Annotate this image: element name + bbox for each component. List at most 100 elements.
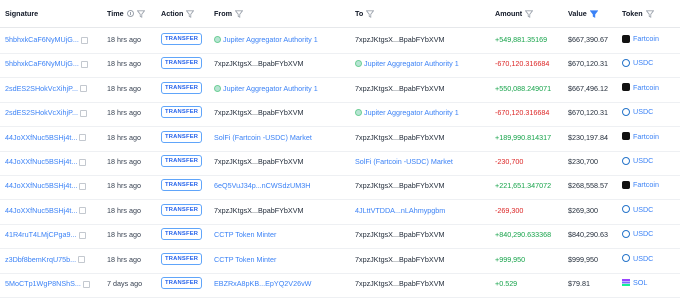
- from-address[interactable]: Jupiter Aggregator Authority 1: [223, 35, 318, 44]
- signature-link[interactable]: 5MoCTp1WgP8NShS...: [5, 279, 90, 288]
- copy-icon[interactable]: [78, 231, 86, 239]
- to-address[interactable]: Jupiter Aggregator Authority 1: [364, 59, 459, 68]
- header-to[interactable]: To: [355, 9, 375, 18]
- filter-icon[interactable]: [136, 9, 145, 18]
- signature-text[interactable]: 41R4ruT4LMjCPga9...: [5, 230, 77, 239]
- signature-link[interactable]: 2sdES2SHokVcXihjP...: [5, 84, 87, 93]
- header-token[interactable]: Token: [622, 9, 654, 18]
- clock-icon[interactable]: [126, 10, 134, 17]
- token-name[interactable]: USDC: [633, 205, 653, 214]
- header-time[interactable]: Time: [107, 9, 145, 18]
- from-cell[interactable]: Jupiter Aggregator Authority 1: [214, 84, 318, 93]
- to-cell[interactable]: Jupiter Aggregator Authority 1: [355, 59, 459, 68]
- signature-link[interactable]: 44JoXXfNuc5BSHj4t...: [5, 181, 87, 190]
- from-cell[interactable]: SolFi (Fartcoin -USDC) Market: [214, 133, 312, 142]
- to-address[interactable]: 4JLttVTDDA...nLAhmypgbm: [355, 206, 445, 215]
- signature-text[interactable]: 44JoXXfNuc5BSHj4t...: [5, 133, 77, 142]
- from-address[interactable]: 6eQ5VuJ34p...nCWSdzUM3H: [214, 181, 310, 190]
- to-address[interactable]: Jupiter Aggregator Authority 1: [364, 108, 459, 117]
- token-link[interactable]: Fartcoin: [622, 83, 659, 92]
- token-name[interactable]: USDC: [633, 254, 653, 263]
- to-address[interactable]: SolFi (Fartcoin -USDC) Market: [355, 157, 453, 166]
- token-name[interactable]: SOL: [633, 278, 647, 287]
- copy-icon[interactable]: [79, 85, 87, 93]
- to-cell[interactable]: Jupiter Aggregator Authority 1: [355, 108, 459, 117]
- signature-link[interactable]: 5hbhxkCaF6NyMUjG...: [5, 59, 88, 68]
- copy-icon[interactable]: [80, 36, 88, 44]
- copy-icon[interactable]: [79, 207, 87, 215]
- table-row[interactable]: 5hbhxkCaF6NyMUjG... 18 hrs ago TRANSFER Jup…: [0, 27, 680, 54]
- signature-link[interactable]: 41R4ruT4LMjCPga9...: [5, 230, 86, 239]
- token-name[interactable]: USDC: [633, 156, 653, 165]
- copy-icon[interactable]: [82, 280, 90, 288]
- signature-link[interactable]: 2sdES2SHokVcXihjP...: [5, 108, 87, 117]
- token-name[interactable]: USDC: [633, 107, 653, 116]
- token-name[interactable]: Fartcoin: [633, 34, 659, 43]
- token-link[interactable]: SOL: [622, 278, 647, 287]
- signature-text[interactable]: 2sdES2SHokVcXihjP...: [5, 108, 78, 117]
- signature-link[interactable]: 44JoXXfNuc5BSHj4t...: [5, 206, 87, 215]
- header-action[interactable]: Action: [161, 9, 195, 18]
- token-link[interactable]: Fartcoin: [622, 34, 659, 43]
- from-cell[interactable]: Jupiter Aggregator Authority 1: [214, 35, 318, 44]
- table-row[interactable]: z3Dbf8bemKrqU75b... 18 hrs ago TRANSFER CCT…: [0, 247, 680, 274]
- token-name[interactable]: Fartcoin: [633, 83, 659, 92]
- from-cell[interactable]: EBZRxA8pKB...EpYQ2V26vW: [214, 279, 311, 288]
- token-link[interactable]: USDC: [622, 254, 653, 263]
- from-cell[interactable]: 6eQ5VuJ34p...nCWSdzUM3H: [214, 181, 310, 190]
- table-row[interactable]: 44JoXXfNuc5BSHj4t... 18 hrs ago TRANSFER 7x…: [0, 198, 680, 225]
- token-link[interactable]: USDC: [622, 229, 653, 238]
- filter-icon[interactable]: [645, 9, 654, 18]
- copy-icon[interactable]: [80, 60, 88, 68]
- header-amount[interactable]: Amount: [495, 9, 534, 18]
- table-row[interactable]: 44JoXXfNuc5BSHj4t... 18 hrs ago TRANSFER 6e…: [0, 173, 680, 201]
- token-name[interactable]: USDC: [633, 58, 653, 67]
- filter-icon-active[interactable]: [589, 9, 598, 18]
- token-link[interactable]: USDC: [622, 107, 653, 116]
- token-link[interactable]: USDC: [622, 205, 653, 214]
- table-row[interactable]: 2sdES2SHokVcXihjP... 18 hrs ago TRANSFER 7x…: [0, 100, 680, 128]
- signature-link[interactable]: 44JoXXfNuc5BSHj4t...: [5, 133, 87, 142]
- filter-icon[interactable]: [366, 9, 375, 18]
- table-row[interactable]: 41R4ruT4LMjCPga9... 18 hrs ago TRANSFER CCT…: [0, 222, 680, 250]
- signature-link[interactable]: z3Dbf8bemKrqU75b...: [5, 255, 86, 264]
- filter-icon[interactable]: [186, 9, 195, 18]
- signature-text[interactable]: 44JoXXfNuc5BSHj4t...: [5, 157, 77, 166]
- token-link[interactable]: USDC: [622, 58, 653, 67]
- token-link[interactable]: Fartcoin: [622, 132, 659, 141]
- signature-text[interactable]: 5hbhxkCaF6NyMUjG...: [5, 59, 79, 68]
- table-row[interactable]: 44JoXXfNuc5BSHj4t... 18 hrs ago TRANSFER So…: [0, 125, 680, 152]
- from-address[interactable]: CCTP Token Minter: [214, 230, 276, 239]
- copy-icon[interactable]: [79, 109, 87, 117]
- token-name[interactable]: USDC: [633, 229, 653, 238]
- table-row[interactable]: 44JoXXfNuc5BSHj4t... 18 hrs ago TRANSFER 7x…: [0, 149, 680, 176]
- header-value[interactable]: Value: [568, 9, 598, 18]
- copy-icon[interactable]: [79, 182, 87, 190]
- from-address[interactable]: EBZRxA8pKB...EpYQ2V26vW: [214, 279, 311, 288]
- from-cell[interactable]: CCTP Token Minter: [214, 255, 276, 264]
- copy-icon[interactable]: [79, 134, 87, 142]
- signature-link[interactable]: 5hbhxkCaF6NyMUjG...: [5, 35, 88, 44]
- signature-text[interactable]: z3Dbf8bemKrqU75b...: [5, 255, 76, 264]
- to-cell[interactable]: 4JLttVTDDA...nLAhmypgbm: [355, 206, 445, 215]
- filter-icon[interactable]: [525, 9, 534, 18]
- signature-text[interactable]: 2sdES2SHokVcXihjP...: [5, 84, 78, 93]
- to-cell[interactable]: SolFi (Fartcoin -USDC) Market: [355, 157, 453, 166]
- signature-link[interactable]: 44JoXXfNuc5BSHj4t...: [5, 157, 87, 166]
- from-cell[interactable]: CCTP Token Minter: [214, 230, 276, 239]
- from-address[interactable]: CCTP Token Minter: [214, 255, 276, 264]
- from-address[interactable]: Jupiter Aggregator Authority 1: [223, 84, 318, 93]
- copy-icon[interactable]: [79, 158, 87, 166]
- token-link[interactable]: USDC: [622, 156, 653, 165]
- copy-icon[interactable]: [78, 256, 86, 264]
- table-row[interactable]: 5MoCTp1WgP8NShS... 7 days ago TRANSFER EBZR…: [0, 271, 680, 298]
- token-link[interactable]: Fartcoin: [622, 180, 659, 189]
- table-row[interactable]: 5hbhxkCaF6NyMUjG... 18 hrs ago TRANSFER 7xp…: [0, 51, 680, 79]
- signature-text[interactable]: 44JoXXfNuc5BSHj4t...: [5, 181, 77, 190]
- signature-text[interactable]: 5hbhxkCaF6NyMUjG...: [5, 35, 79, 44]
- from-address[interactable]: SolFi (Fartcoin -USDC) Market: [214, 133, 312, 142]
- filter-icon[interactable]: [234, 9, 243, 18]
- token-name[interactable]: Fartcoin: [633, 132, 659, 141]
- signature-text[interactable]: 44JoXXfNuc5BSHj4t...: [5, 206, 77, 215]
- signature-text[interactable]: 5MoCTp1WgP8NShS...: [5, 279, 81, 288]
